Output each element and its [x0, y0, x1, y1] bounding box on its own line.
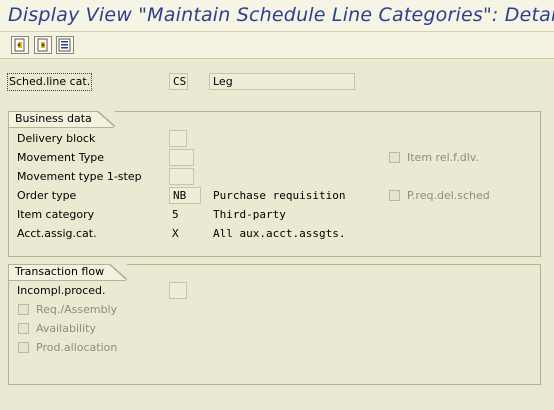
- req-assembly-checkbox[interactable]: [18, 304, 29, 315]
- movement-type-field[interactable]: [169, 149, 194, 166]
- application-toolbar: [0, 32, 554, 59]
- movement-type-label: Movement Type: [17, 151, 105, 164]
- movement-type-1step-field[interactable]: [169, 168, 194, 185]
- p-req-del-sched-checkbox[interactable]: [389, 190, 400, 201]
- item-category-value: 5: [172, 208, 179, 221]
- item-rel-f-dlv-checkbox[interactable]: [389, 152, 400, 163]
- p-req-del-sched-label: P.req.del.sched: [407, 189, 490, 202]
- item-category-label: Item category: [17, 208, 95, 221]
- previous-entry-icon[interactable]: [11, 36, 29, 54]
- schedline-cat-field[interactable]: CS: [169, 73, 188, 90]
- order-type-label: Order type: [17, 189, 77, 202]
- acct-assig-cat-description: All aux.acct.assgts.: [213, 227, 346, 240]
- delivery-block-label: Delivery block: [17, 132, 96, 145]
- next-entry-icon[interactable]: [34, 36, 52, 54]
- order-type-field[interactable]: NB: [169, 187, 201, 204]
- business-data-tab: Business data: [8, 111, 115, 128]
- prod-allocation-checkbox[interactable]: [18, 342, 29, 353]
- availability-label: Availability: [36, 322, 96, 335]
- delivery-block-field[interactable]: [169, 130, 187, 147]
- schedline-cat-label[interactable]: Sched.line cat.: [6, 73, 93, 91]
- variable-list-icon[interactable]: [56, 36, 74, 54]
- incompl-proced-field[interactable]: [169, 282, 187, 299]
- item-category-description: Third-party: [213, 208, 286, 221]
- incompl-proced-label: Incompl.proced.: [17, 284, 106, 297]
- acct-assig-cat-value: X: [172, 227, 179, 240]
- transaction-flow-tab: Transaction flow: [8, 264, 128, 281]
- req-assembly-label: Req./Assembly: [36, 303, 118, 316]
- availability-checkbox[interactable]: [18, 323, 29, 334]
- order-type-description: Purchase requisition: [213, 189, 346, 202]
- title-bar: Display View "Maintain Schedule Line Cat…: [0, 0, 554, 32]
- window-title: Display View "Maintain Schedule Line Cat…: [8, 4, 554, 26]
- movement-type-1step-label: Movement type 1-step: [17, 170, 142, 183]
- acct-assig-cat-label: Acct.assig.cat.: [17, 227, 97, 240]
- schedline-cat-description: Leg: [209, 73, 355, 90]
- prod-allocation-label: Prod.allocation: [36, 341, 118, 354]
- item-rel-f-dlv-label: Item rel.f.dlv.: [407, 151, 479, 164]
